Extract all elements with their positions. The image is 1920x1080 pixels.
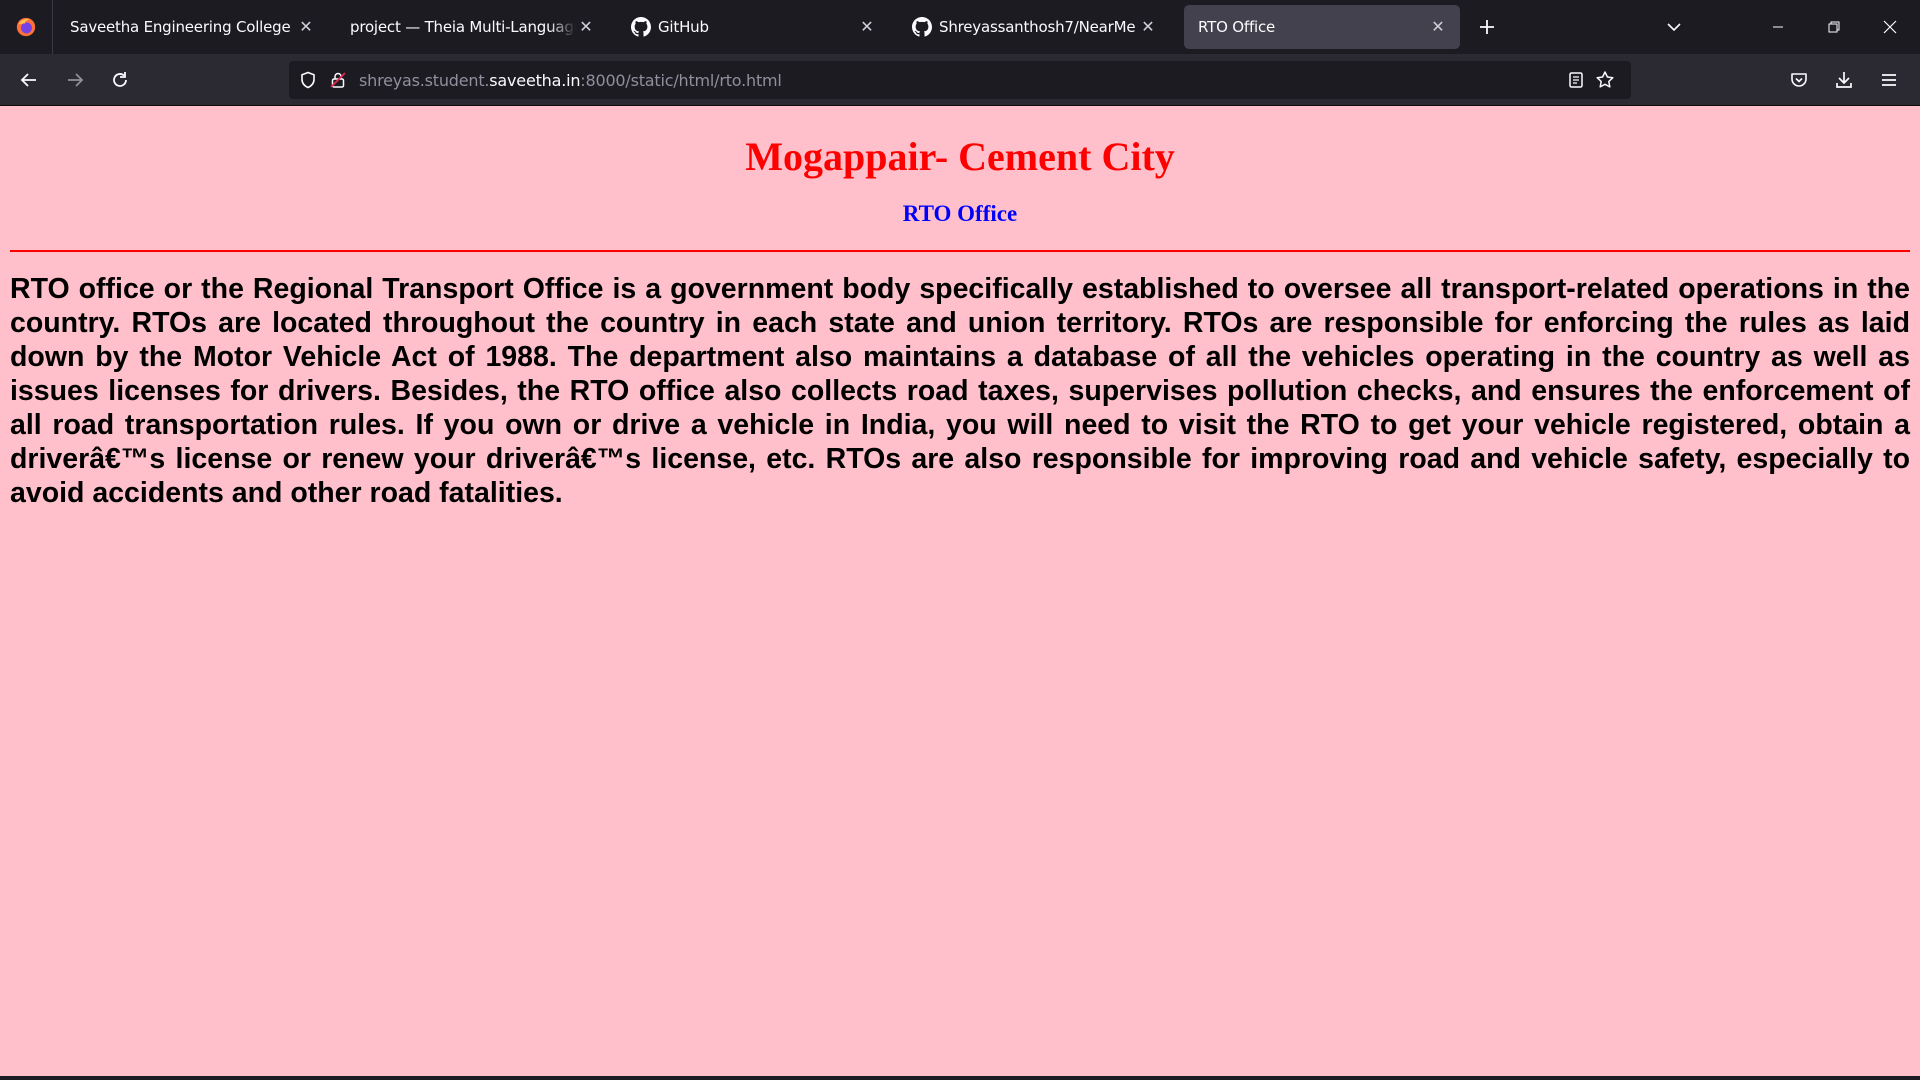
window-bottom-border [0, 1076, 1920, 1080]
tab-github[interactable]: GitHub ✕ [617, 5, 889, 49]
page-content: Mogappair- Cement City RTO Office RTO of… [0, 106, 1920, 1076]
bookmark-star-icon[interactable] [1592, 67, 1618, 93]
tab-saveetha-engineering-college[interactable]: Saveetha Engineering College ✕ [56, 5, 328, 49]
tab-title: project — Theia Multi-Language Explorer [350, 18, 576, 36]
tab-rto-office[interactable]: RTO Office ✕ [1184, 5, 1460, 49]
reload-button[interactable] [101, 61, 139, 99]
list-all-tabs-button[interactable] [1657, 10, 1691, 44]
close-window-button[interactable] [1862, 0, 1918, 54]
insecure-lock-icon[interactable] [325, 67, 351, 93]
tracking-protection-shield-icon[interactable] [295, 67, 321, 93]
page-subheading: RTO Office [902, 201, 1018, 226]
forward-button[interactable] [56, 61, 94, 99]
tab-title: Saveetha Engineering College [70, 18, 291, 36]
horizontal-rule [10, 250, 1910, 252]
close-icon[interactable]: ✕ [296, 17, 316, 37]
tab-bar: Saveetha Engineering College ✕ project —… [0, 0, 1920, 54]
back-button[interactable] [10, 61, 48, 99]
tab-theia-project[interactable]: project — Theia Multi-Language Explorer … [336, 5, 608, 49]
new-tab-button[interactable] [1470, 10, 1504, 44]
downloads-button[interactable] [1825, 61, 1863, 99]
tab-title: GitHub [658, 18, 709, 36]
github-icon [631, 17, 651, 37]
page-heading: Mogappair- Cement City [745, 134, 1175, 179]
rto-description-paragraph: RTO office or the Regional Transport Off… [10, 273, 1910, 509]
url-prefix: shreyas.student. [359, 70, 490, 90]
close-icon[interactable]: ✕ [576, 17, 596, 37]
pocket-button[interactable] [1780, 61, 1818, 99]
reader-view-icon[interactable] [1563, 67, 1589, 93]
url-bar[interactable]: shreyas.student.saveetha.in:8000/static/… [289, 61, 1631, 99]
close-icon[interactable]: ✕ [1428, 17, 1448, 37]
url-host: saveetha.in [489, 70, 581, 90]
url-text[interactable]: shreyas.student.saveetha.in:8000/static/… [359, 71, 782, 90]
tab-nearme-repo[interactable]: Shreyassanthosh7/NearMe ✕ [898, 5, 1170, 49]
minimize-button[interactable] [1750, 0, 1806, 54]
tab-title: Shreyassanthosh7/NearMe [939, 18, 1136, 36]
url-suffix: :8000/static/html/rto.html [580, 70, 782, 90]
app-menu-button[interactable] [1870, 61, 1908, 99]
firefox-logo-icon[interactable] [0, 0, 53, 54]
close-icon[interactable]: ✕ [1138, 17, 1158, 37]
close-icon[interactable]: ✕ [857, 17, 877, 37]
restore-button[interactable] [1806, 0, 1862, 54]
github-icon [912, 17, 932, 37]
navigation-toolbar: shreyas.student.saveetha.in:8000/static/… [0, 54, 1920, 106]
tab-title: RTO Office [1198, 18, 1276, 36]
